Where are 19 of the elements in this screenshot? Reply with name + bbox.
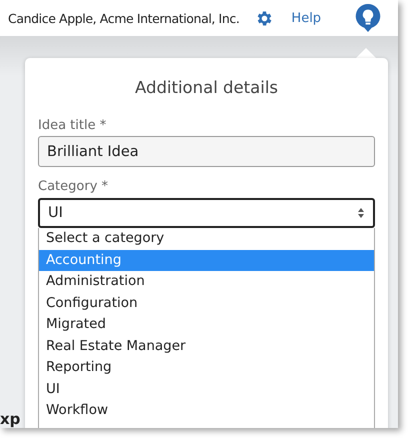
dropdown-option[interactable]: Real Estate Manager bbox=[39, 336, 374, 357]
background-text: xp bbox=[0, 410, 20, 428]
field-label: Idea title * bbox=[38, 118, 108, 133]
settings-icon[interactable] bbox=[255, 8, 274, 28]
dropdown-option[interactable]: Configuration bbox=[39, 292, 374, 314]
sort-arrows-icon bbox=[357, 207, 365, 219]
user-name: Candice Apple, Acme International, Inc. bbox=[8, 10, 240, 26]
field-label: Category * bbox=[38, 179, 110, 194]
popover-title: Additional details bbox=[134, 78, 280, 99]
dropdown-option[interactable]: Reporting bbox=[39, 357, 374, 378]
dropdown-option[interactable]: UI bbox=[39, 378, 374, 400]
category-select[interactable]: UI bbox=[38, 198, 375, 228]
dropdown-option[interactable]: Workflow bbox=[39, 400, 374, 422]
help-link[interactable]: Help bbox=[291, 10, 322, 26]
dropdown-option[interactable]: Migrated bbox=[39, 314, 374, 336]
idea-title-field[interactable]: Brilliant Idea bbox=[38, 136, 375, 167]
dropdown-option[interactable]: Administration bbox=[39, 271, 374, 292]
dropdown-option[interactable]: Select a category bbox=[39, 228, 374, 250]
lightbulb-bubble-icon[interactable] bbox=[354, 3, 382, 33]
